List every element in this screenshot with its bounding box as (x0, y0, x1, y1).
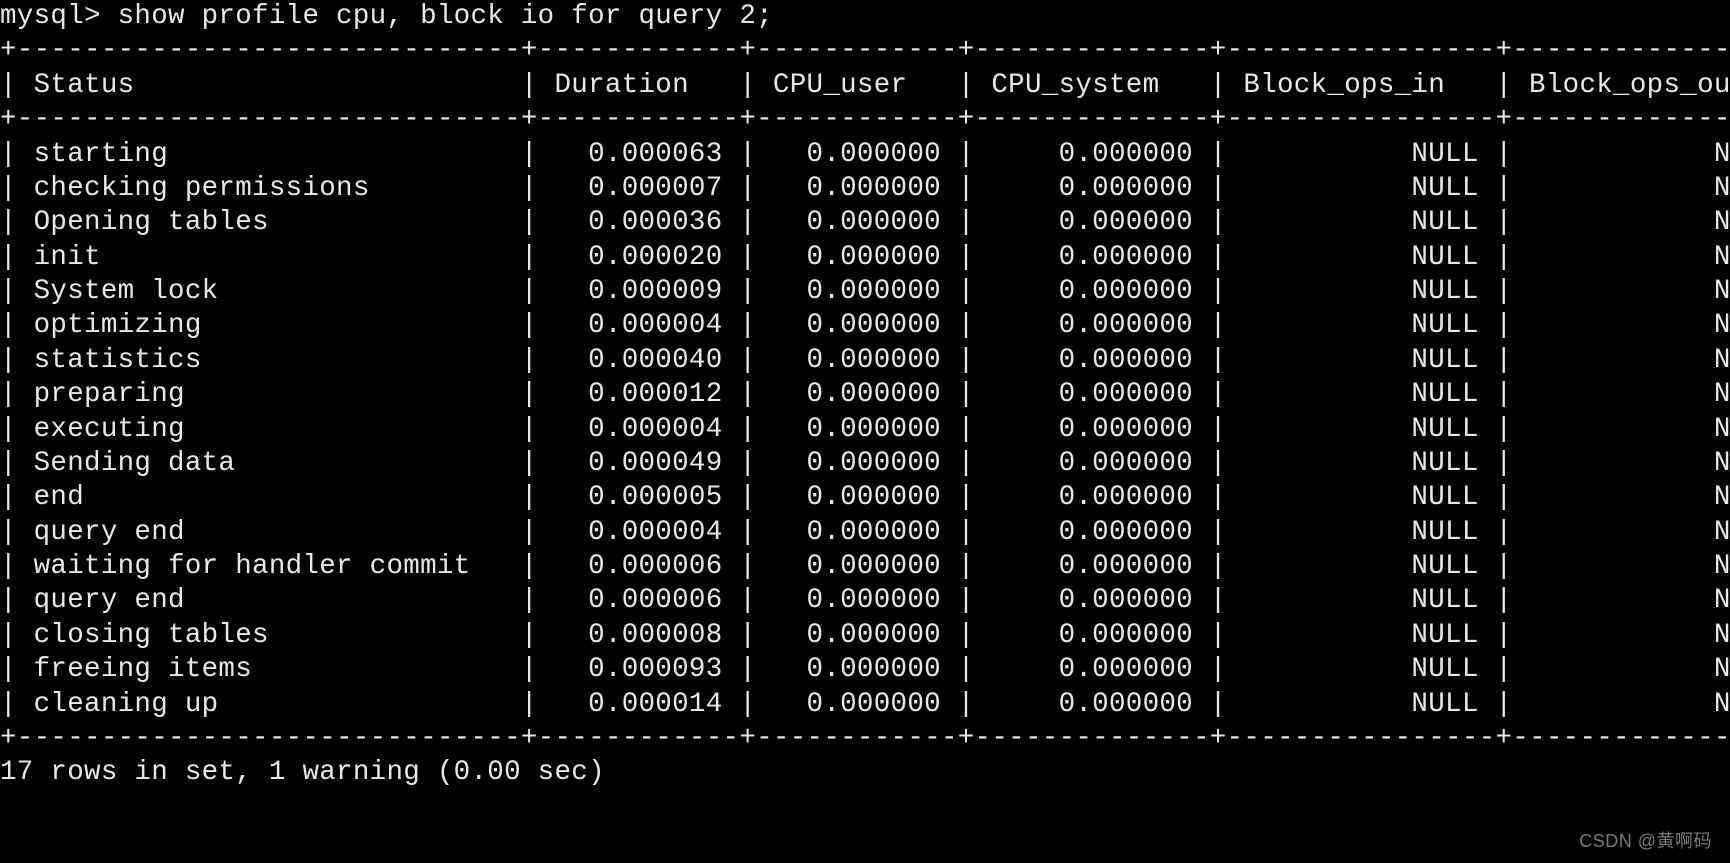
watermark: CSDN @黄啊码 (1579, 827, 1712, 853)
mysql-terminal[interactable]: mysql> show profile cpu, block io for qu… (0, 0, 1730, 791)
